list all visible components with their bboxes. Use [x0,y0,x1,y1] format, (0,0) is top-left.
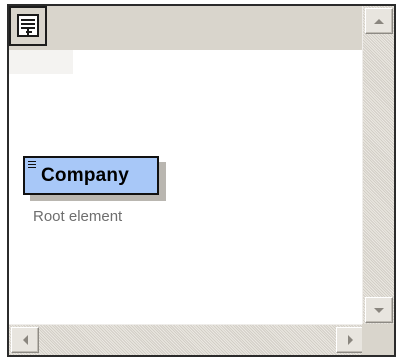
vertical-scrollbar[interactable] [362,6,394,325]
scroll-right-button[interactable] [336,327,364,353]
scroll-down-button[interactable] [365,297,393,323]
node-label: Company [41,164,129,186]
horizontal-scrollbar[interactable] [9,324,366,355]
node-caption: Root element [33,208,123,225]
document-list-icon [17,14,39,37]
diagram-window: Company Root element [7,4,396,357]
diagram-canvas[interactable]: Company Root element [9,50,366,326]
element-lines-icon [28,161,36,168]
overview-toggle-button[interactable] [9,6,47,46]
arrow-down-icon [374,307,384,313]
canvas-highlight-strip [9,50,73,74]
arrow-up-icon [374,18,384,24]
header-band [9,6,366,50]
scroll-left-button[interactable] [11,327,39,353]
company-element-node[interactable]: Company [23,156,159,195]
scroll-up-button[interactable] [365,8,393,34]
arrow-left-icon [22,335,28,345]
arrow-right-icon [347,335,353,345]
scrollbar-corner [362,324,394,355]
